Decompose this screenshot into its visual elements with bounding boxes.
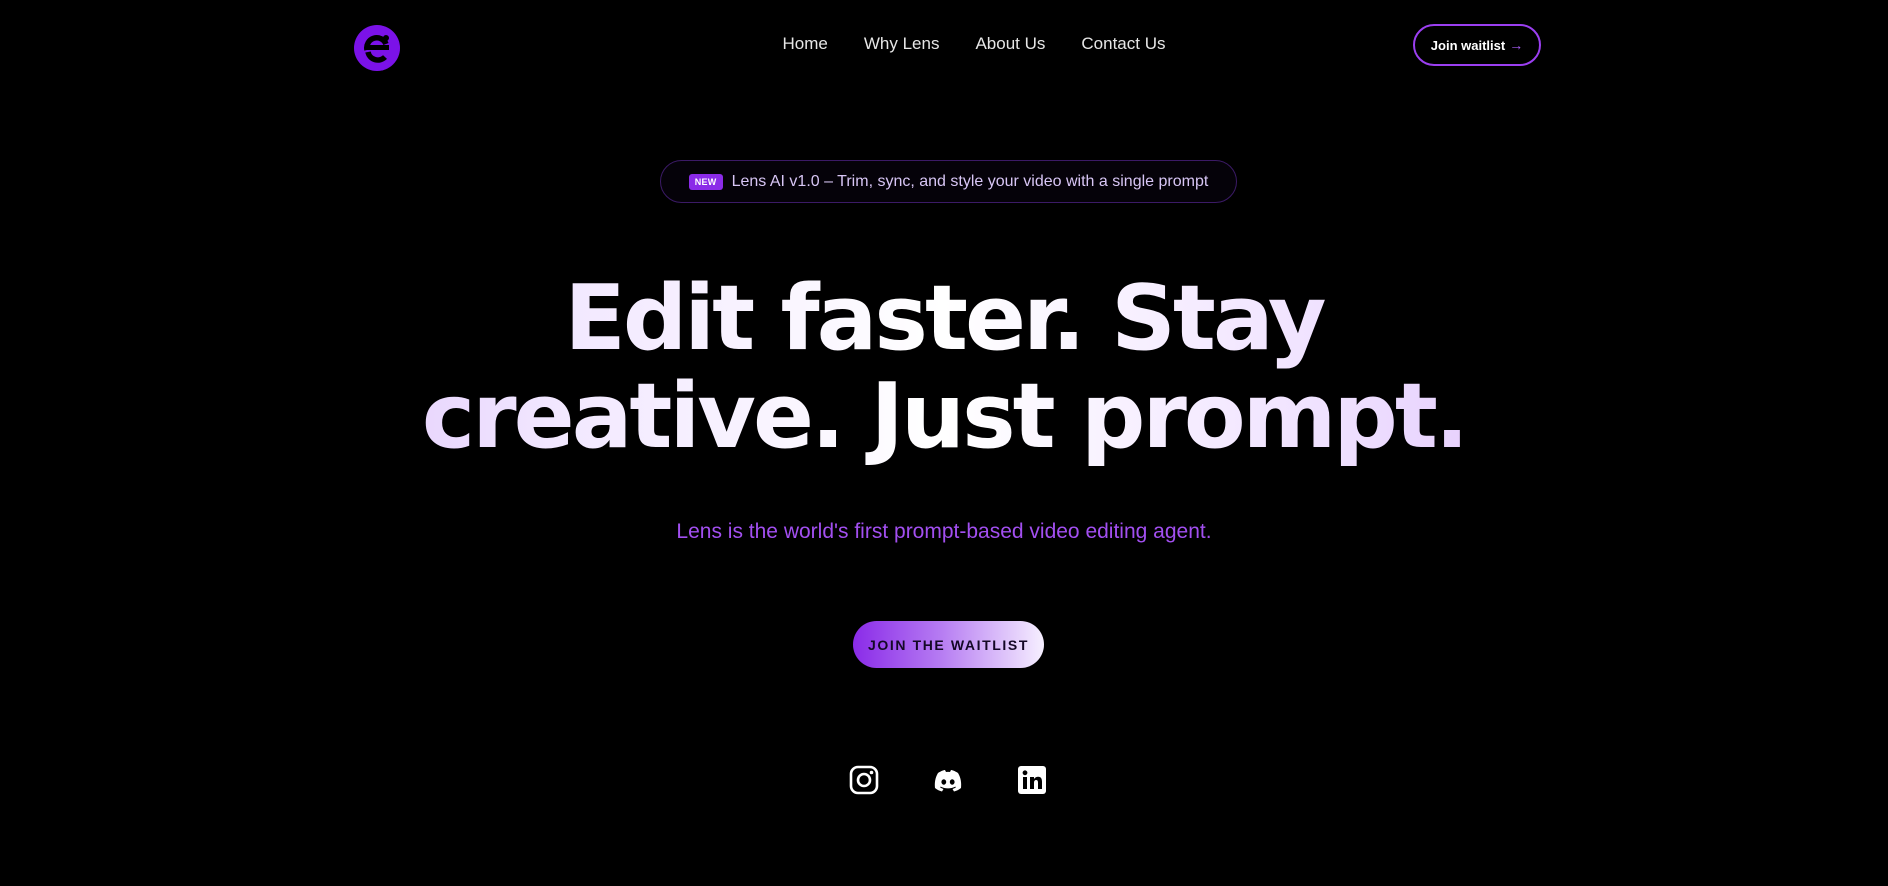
- nav-why-lens-link[interactable]: Why Lens: [864, 34, 940, 54]
- announcement-pill[interactable]: NEW Lens AI v1.0 – Trim, sync, and style…: [660, 160, 1237, 203]
- arrow-right-icon: →: [1509, 37, 1524, 53]
- top-navigation: Home Why Lens About Us Contact Us Join w…: [0, 0, 1888, 94]
- join-the-waitlist-button[interactable]: JOIN THE WAITLIST: [853, 621, 1044, 668]
- new-badge: NEW: [688, 173, 723, 190]
- nav-contact-us-link[interactable]: Contact Us: [1081, 34, 1165, 54]
- hero-headline: Edit faster. Stay creative. Just prompt.: [0, 270, 1888, 466]
- hero-headline-line-2: creative. Just prompt.: [421, 364, 1467, 469]
- instagram-icon[interactable]: [849, 765, 879, 795]
- hero-headline-line-1: Edit faster. Stay: [564, 266, 1324, 371]
- join-waitlist-nav-button[interactable]: Join waitlist →: [1413, 24, 1541, 66]
- hero-subtitle: Lens is the world's first prompt-based v…: [676, 520, 1212, 543]
- nav-about-us-link[interactable]: About Us: [975, 34, 1045, 54]
- discord-icon[interactable]: [933, 765, 963, 795]
- nav-links: Home Why Lens About Us Contact Us: [0, 34, 1888, 54]
- announcement-text: Lens AI v1.0 – Trim, sync, and style you…: [731, 172, 1209, 190]
- linkedin-icon[interactable]: [1017, 765, 1047, 795]
- join-waitlist-nav-label: Join waitlist: [1430, 37, 1506, 53]
- social-links: [0, 765, 1888, 795]
- nav-home-link[interactable]: Home: [783, 34, 828, 54]
